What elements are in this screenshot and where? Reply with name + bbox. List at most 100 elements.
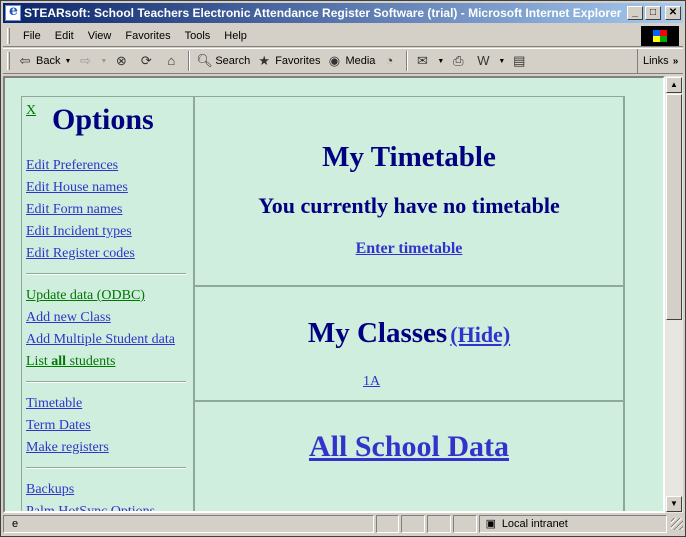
menu-file[interactable]: File: [16, 28, 48, 44]
options-sidebar: X Options Edit Preferences Edit House na…: [21, 96, 193, 511]
main-panel: My Timetable You currently have no timet…: [193, 96, 625, 511]
forward-button[interactable]: ⇨ ▼: [74, 50, 110, 72]
back-button[interactable]: ⇦ Back ▼: [14, 50, 74, 72]
list-bold: all: [51, 354, 67, 369]
browser-window: STEARsoft: School Teachers Electronic At…: [0, 0, 686, 537]
search-icon: 🔍︎: [196, 53, 213, 68]
class-1a-link[interactable]: 1A: [363, 374, 380, 390]
no-timetable-message: You currently have no timetable: [258, 193, 560, 218]
home-button[interactable]: ⌂: [160, 50, 185, 72]
list-all-students-link[interactable]: List all students: [26, 351, 190, 373]
close-button[interactable]: ✕: [665, 6, 681, 20]
zone-pane: ▣ Local intranet: [478, 515, 668, 533]
vertical-scrollbar[interactable]: ▲ ▼: [665, 76, 683, 513]
links-bar[interactable]: Links »: [637, 49, 683, 73]
links-label: Links: [643, 55, 669, 67]
edit-register-codes-link[interactable]: Edit Register codes: [26, 243, 190, 265]
update-data-link[interactable]: Update data (ODBC): [26, 285, 190, 307]
page-icon: e: [11, 518, 19, 530]
refresh-button[interactable]: ⟳: [135, 50, 160, 72]
menu-tools[interactable]: Tools: [178, 28, 218, 44]
timetable-link[interactable]: Timetable: [26, 393, 190, 415]
timetable-title: My Timetable: [322, 141, 496, 173]
menu-view[interactable]: View: [81, 28, 119, 44]
windows-logo-icon: [641, 26, 679, 46]
mail-button[interactable]: ✉ ▼: [411, 50, 447, 72]
chevron-right-icon: »: [672, 55, 679, 67]
search-button[interactable]: 🔍︎ Search: [193, 50, 253, 72]
menu-edit[interactable]: Edit: [48, 28, 81, 44]
make-registers-link[interactable]: Make registers: [26, 437, 190, 459]
enter-timetable-link[interactable]: Enter timetable: [195, 240, 623, 258]
maximize-button[interactable]: □: [645, 6, 661, 20]
stop-icon: ⊗: [115, 53, 127, 68]
favorites-button[interactable]: ★ Favorites: [253, 50, 323, 72]
resize-grip[interactable]: [671, 518, 683, 530]
forward-arrow-icon: ⇨: [79, 53, 91, 68]
divider: [26, 273, 186, 275]
scroll-down-icon[interactable]: ▼: [666, 496, 682, 512]
classes-heading: My Classes (Hide): [195, 317, 623, 350]
refresh-icon: ⟳: [140, 53, 152, 68]
backups-link[interactable]: Backups: [26, 479, 190, 501]
dropdown-arrow-icon: ▼: [437, 57, 445, 65]
status-bar: e ▣ Local intranet: [3, 514, 683, 534]
status-pane: [427, 515, 452, 533]
toolbar-separator: [406, 51, 409, 71]
standard-toolbar: ⇦ Back ▼ ⇨ ▼ ⊗ ⟳ ⌂ 🔍︎ Search ★ Favorites…: [3, 48, 683, 74]
palm-hotsync-link[interactable]: Palm HotSync Options: [26, 501, 190, 511]
minimize-button[interactable]: _: [627, 6, 643, 20]
list-suffix: students: [66, 354, 116, 369]
search-label: Search: [215, 55, 251, 67]
printer-icon: ⎙: [453, 53, 464, 68]
menu-help[interactable]: Help: [217, 28, 254, 44]
status-main-pane: e: [3, 515, 374, 533]
edit-house-names-link[interactable]: Edit House names: [26, 177, 190, 199]
edit-form-names-link[interactable]: Edit Form names: [26, 199, 190, 221]
all-school-data-link[interactable]: All School Data: [195, 430, 623, 464]
mail-icon: ✉: [416, 53, 428, 68]
toolbar-separator: [188, 51, 191, 71]
school-section: All School Data: [195, 402, 623, 511]
status-pane: [453, 515, 477, 533]
page-viewport: X Options Edit Preferences Edit House na…: [3, 76, 665, 513]
classes-section: My Classes (Hide) 1A: [195, 287, 623, 402]
title-bar: STEARsoft: School Teachers Electronic At…: [3, 3, 683, 23]
scroll-thumb[interactable]: [666, 94, 682, 320]
media-label: Media: [345, 55, 376, 67]
menubar-grip[interactable]: [7, 27, 10, 44]
dropdown-arrow-icon: ▼: [100, 57, 108, 65]
back-arrow-icon: ⇦: [19, 53, 31, 68]
add-multiple-student-link[interactable]: Add Multiple Student data: [26, 329, 190, 351]
edit-incident-types-link[interactable]: Edit Incident types: [26, 221, 190, 243]
edit-preferences-link[interactable]: Edit Preferences: [26, 155, 190, 177]
page-layout: X Options Edit Preferences Edit House na…: [21, 96, 625, 511]
media-button[interactable]: ◉ Media: [323, 50, 378, 72]
menu-bar: File Edit View Favorites Tools Help: [3, 25, 683, 47]
zone-label: Local intranet: [501, 518, 568, 530]
timetable-section: My Timetable You currently have no timet…: [195, 97, 623, 287]
term-dates-link[interactable]: Term Dates: [26, 415, 190, 437]
options-title: Options: [52, 103, 154, 136]
history-button[interactable]: ◔: [378, 50, 403, 72]
status-pane: [375, 515, 400, 533]
dropdown-arrow-icon: ▼: [64, 57, 72, 65]
add-new-class-link[interactable]: Add new Class: [26, 307, 190, 329]
hide-classes-link[interactable]: (Hide): [450, 322, 510, 347]
divider: [26, 381, 186, 383]
close-options-link[interactable]: X: [26, 103, 36, 119]
divider: [26, 467, 186, 469]
status-pane: [401, 515, 426, 533]
menu-favorites[interactable]: Favorites: [118, 28, 177, 44]
classes-title: My Classes: [307, 317, 448, 349]
edit-button[interactable]: W ▼: [472, 50, 508, 72]
stop-button[interactable]: ⊗: [110, 50, 135, 72]
back-label: Back: [36, 55, 61, 67]
intranet-icon: ▣: [485, 518, 497, 530]
print-button[interactable]: ⎙: [447, 50, 472, 72]
scroll-up-icon[interactable]: ▲: [666, 77, 682, 93]
toolbar-grip[interactable]: [7, 52, 10, 70]
list-prefix: List: [26, 354, 52, 369]
discuss-button[interactable]: ▤: [508, 50, 533, 72]
window-title: STEARsoft: School Teachers Electronic At…: [24, 6, 622, 20]
